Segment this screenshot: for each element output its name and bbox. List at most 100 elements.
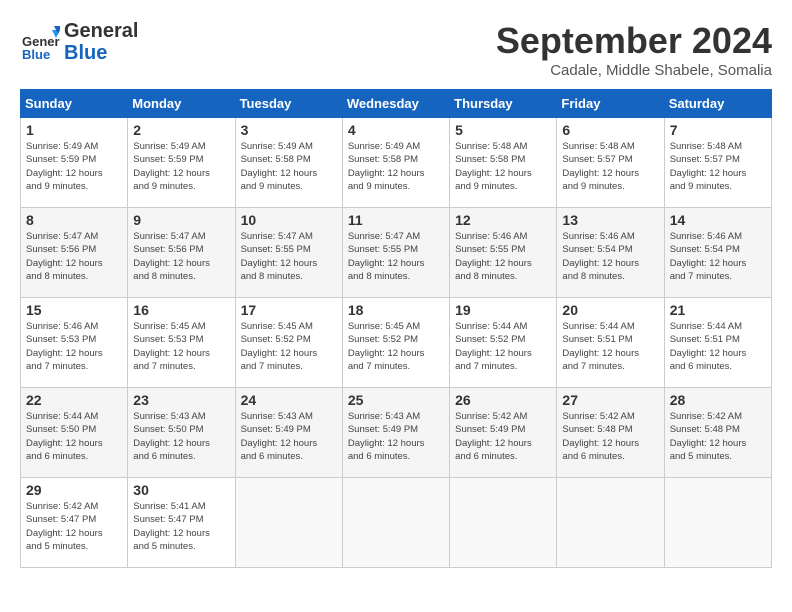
calendar-cell: 5 Sunrise: 5:48 AM Sunset: 5:58 PM Daylig…: [450, 118, 557, 208]
calendar-cell: 13 Sunrise: 5:46 AM Sunset: 5:54 PM Dayli…: [557, 208, 664, 298]
title-section: September 2024 Cadale, Middle Shabele, S…: [496, 20, 772, 79]
header-tuesday: Tuesday: [235, 90, 342, 118]
day-number: 1: [26, 122, 122, 138]
day-info: Sunrise: 5:49 AM Sunset: 5:59 PM Dayligh…: [133, 140, 229, 193]
calendar-cell: 12 Sunrise: 5:46 AM Sunset: 5:55 PM Dayli…: [450, 208, 557, 298]
header-monday: Monday: [128, 90, 235, 118]
day-info: Sunrise: 5:46 AM Sunset: 5:54 PM Dayligh…: [562, 230, 658, 283]
calendar-cell: 18Sunrise: 5:45 AM Sunset: 5:52 PM Dayli…: [342, 298, 449, 388]
day-number: 21: [670, 302, 766, 318]
day-number: 11: [348, 212, 444, 228]
calendar-cell: 1 Sunrise: 5:49 AM Sunset: 5:59 PM Daylig…: [21, 118, 128, 208]
day-info: Sunrise: 5:44 AM Sunset: 5:50 PM Dayligh…: [26, 410, 122, 463]
calendar-cell: [664, 478, 771, 568]
calendar-cell: 28Sunrise: 5:42 AM Sunset: 5:48 PM Dayli…: [664, 388, 771, 478]
header-wednesday: Wednesday: [342, 90, 449, 118]
calendar-week-row: 15Sunrise: 5:46 AM Sunset: 5:53 PM Dayli…: [21, 298, 772, 388]
header-sunday: Sunday: [21, 90, 128, 118]
day-info: Sunrise: 5:48 AM Sunset: 5:57 PM Dayligh…: [562, 140, 658, 193]
calendar-cell: 10 Sunrise: 5:47 AM Sunset: 5:55 PM Dayli…: [235, 208, 342, 298]
logo-blue-text: Blue: [64, 42, 138, 64]
day-info: Sunrise: 5:42 AM Sunset: 5:49 PM Dayligh…: [455, 410, 551, 463]
day-info: Sunrise: 5:47 AM Sunset: 5:56 PM Dayligh…: [26, 230, 122, 283]
day-number: 20: [562, 302, 658, 318]
day-number: 10: [241, 212, 337, 228]
day-number: 27: [562, 392, 658, 408]
day-info: Sunrise: 5:41 AM Sunset: 5:47 PM Dayligh…: [133, 500, 229, 553]
day-info: Sunrise: 5:48 AM Sunset: 5:58 PM Dayligh…: [455, 140, 551, 193]
calendar-table: SundayMondayTuesdayWednesdayThursdayFrid…: [20, 89, 772, 568]
calendar-cell: 2Sunrise: 5:49 AM Sunset: 5:59 PM Daylig…: [128, 118, 235, 208]
day-info: Sunrise: 5:42 AM Sunset: 5:47 PM Dayligh…: [26, 500, 122, 553]
day-number: 8: [26, 212, 122, 228]
day-info: Sunrise: 5:44 AM Sunset: 5:51 PM Dayligh…: [670, 320, 766, 373]
day-number: 23: [133, 392, 229, 408]
calendar-cell: 24Sunrise: 5:43 AM Sunset: 5:49 PM Dayli…: [235, 388, 342, 478]
day-number: 17: [241, 302, 337, 318]
day-number: 24: [241, 392, 337, 408]
day-info: Sunrise: 5:44 AM Sunset: 5:51 PM Dayligh…: [562, 320, 658, 373]
calendar-cell: [235, 478, 342, 568]
calendar-cell: 21 Sunrise: 5:44 AM Sunset: 5:51 PM Dayli…: [664, 298, 771, 388]
logo: General Blue General Blue: [20, 20, 138, 64]
calendar-cell: 3Sunrise: 5:49 AM Sunset: 5:58 PM Daylig…: [235, 118, 342, 208]
day-info: Sunrise: 5:43 AM Sunset: 5:50 PM Dayligh…: [133, 410, 229, 463]
calendar-cell: 22 Sunrise: 5:44 AM Sunset: 5:50 PM Dayli…: [21, 388, 128, 478]
day-info: Sunrise: 5:49 AM Sunset: 5:58 PM Dayligh…: [348, 140, 444, 193]
day-number: 3: [241, 122, 337, 138]
day-number: 26: [455, 392, 551, 408]
day-info: Sunrise: 5:42 AM Sunset: 5:48 PM Dayligh…: [562, 410, 658, 463]
day-info: Sunrise: 5:47 AM Sunset: 5:55 PM Dayligh…: [348, 230, 444, 283]
calendar-cell: 8 Sunrise: 5:47 AM Sunset: 5:56 PM Daylig…: [21, 208, 128, 298]
day-number: 30: [133, 482, 229, 498]
calendar-cell: 6 Sunrise: 5:48 AM Sunset: 5:57 PM Daylig…: [557, 118, 664, 208]
day-number: 19: [455, 302, 551, 318]
day-info: Sunrise: 5:47 AM Sunset: 5:55 PM Dayligh…: [241, 230, 337, 283]
calendar-week-row: 29 Sunrise: 5:42 AM Sunset: 5:47 PM Dayli…: [21, 478, 772, 568]
day-info: Sunrise: 5:49 AM Sunset: 5:59 PM Dayligh…: [26, 140, 122, 193]
calendar-cell: 16 Sunrise: 5:45 AM Sunset: 5:53 PM Dayli…: [128, 298, 235, 388]
day-number: 16: [133, 302, 229, 318]
calendar-cell: [450, 478, 557, 568]
day-info: Sunrise: 5:48 AM Sunset: 5:57 PM Dayligh…: [670, 140, 766, 193]
location-subtitle: Cadale, Middle Shabele, Somalia: [496, 62, 772, 79]
day-info: Sunrise: 5:46 AM Sunset: 5:55 PM Dayligh…: [455, 230, 551, 283]
calendar-cell: 23 Sunrise: 5:43 AM Sunset: 5:50 PM Dayli…: [128, 388, 235, 478]
calendar-week-row: 22 Sunrise: 5:44 AM Sunset: 5:50 PM Dayli…: [21, 388, 772, 478]
day-number: 25: [348, 392, 444, 408]
month-title: September 2024: [496, 20, 772, 62]
calendar-cell: 11 Sunrise: 5:47 AM Sunset: 5:55 PM Dayli…: [342, 208, 449, 298]
calendar-cell: 20 Sunrise: 5:44 AM Sunset: 5:51 PM Dayli…: [557, 298, 664, 388]
day-number: 7: [670, 122, 766, 138]
day-number: 22: [26, 392, 122, 408]
day-number: 5: [455, 122, 551, 138]
header-thursday: Thursday: [450, 90, 557, 118]
calendar-week-row: 1 Sunrise: 5:49 AM Sunset: 5:59 PM Daylig…: [21, 118, 772, 208]
day-info: Sunrise: 5:45 AM Sunset: 5:52 PM Dayligh…: [348, 320, 444, 373]
day-info: Sunrise: 5:43 AM Sunset: 5:49 PM Dayligh…: [348, 410, 444, 463]
day-info: Sunrise: 5:44 AM Sunset: 5:52 PM Dayligh…: [455, 320, 551, 373]
calendar-cell: 17Sunrise: 5:45 AM Sunset: 5:52 PM Dayli…: [235, 298, 342, 388]
page-header: General Blue General Blue September 2024…: [20, 20, 772, 79]
calendar-cell: [342, 478, 449, 568]
day-number: 28: [670, 392, 766, 408]
day-number: 13: [562, 212, 658, 228]
calendar-cell: 26 Sunrise: 5:42 AM Sunset: 5:49 PM Dayli…: [450, 388, 557, 478]
calendar-cell: 9Sunrise: 5:47 AM Sunset: 5:56 PM Daylig…: [128, 208, 235, 298]
day-number: 15: [26, 302, 122, 318]
day-number: 29: [26, 482, 122, 498]
day-number: 12: [455, 212, 551, 228]
day-info: Sunrise: 5:45 AM Sunset: 5:53 PM Dayligh…: [133, 320, 229, 373]
calendar-cell: 14Sunrise: 5:46 AM Sunset: 5:54 PM Dayli…: [664, 208, 771, 298]
header-friday: Friday: [557, 90, 664, 118]
calendar-cell: [557, 478, 664, 568]
calendar-cell: 19 Sunrise: 5:44 AM Sunset: 5:52 PM Dayli…: [450, 298, 557, 388]
calendar-cell: 25 Sunrise: 5:43 AM Sunset: 5:49 PM Dayli…: [342, 388, 449, 478]
svg-text:Blue: Blue: [22, 47, 50, 62]
calendar-cell: 29 Sunrise: 5:42 AM Sunset: 5:47 PM Dayli…: [21, 478, 128, 568]
calendar-cell: 7 Sunrise: 5:48 AM Sunset: 5:57 PM Daylig…: [664, 118, 771, 208]
day-number: 6: [562, 122, 658, 138]
calendar-cell: 27 Sunrise: 5:42 AM Sunset: 5:48 PM Dayli…: [557, 388, 664, 478]
day-info: Sunrise: 5:46 AM Sunset: 5:54 PM Dayligh…: [670, 230, 766, 283]
calendar-cell: 15Sunrise: 5:46 AM Sunset: 5:53 PM Dayli…: [21, 298, 128, 388]
